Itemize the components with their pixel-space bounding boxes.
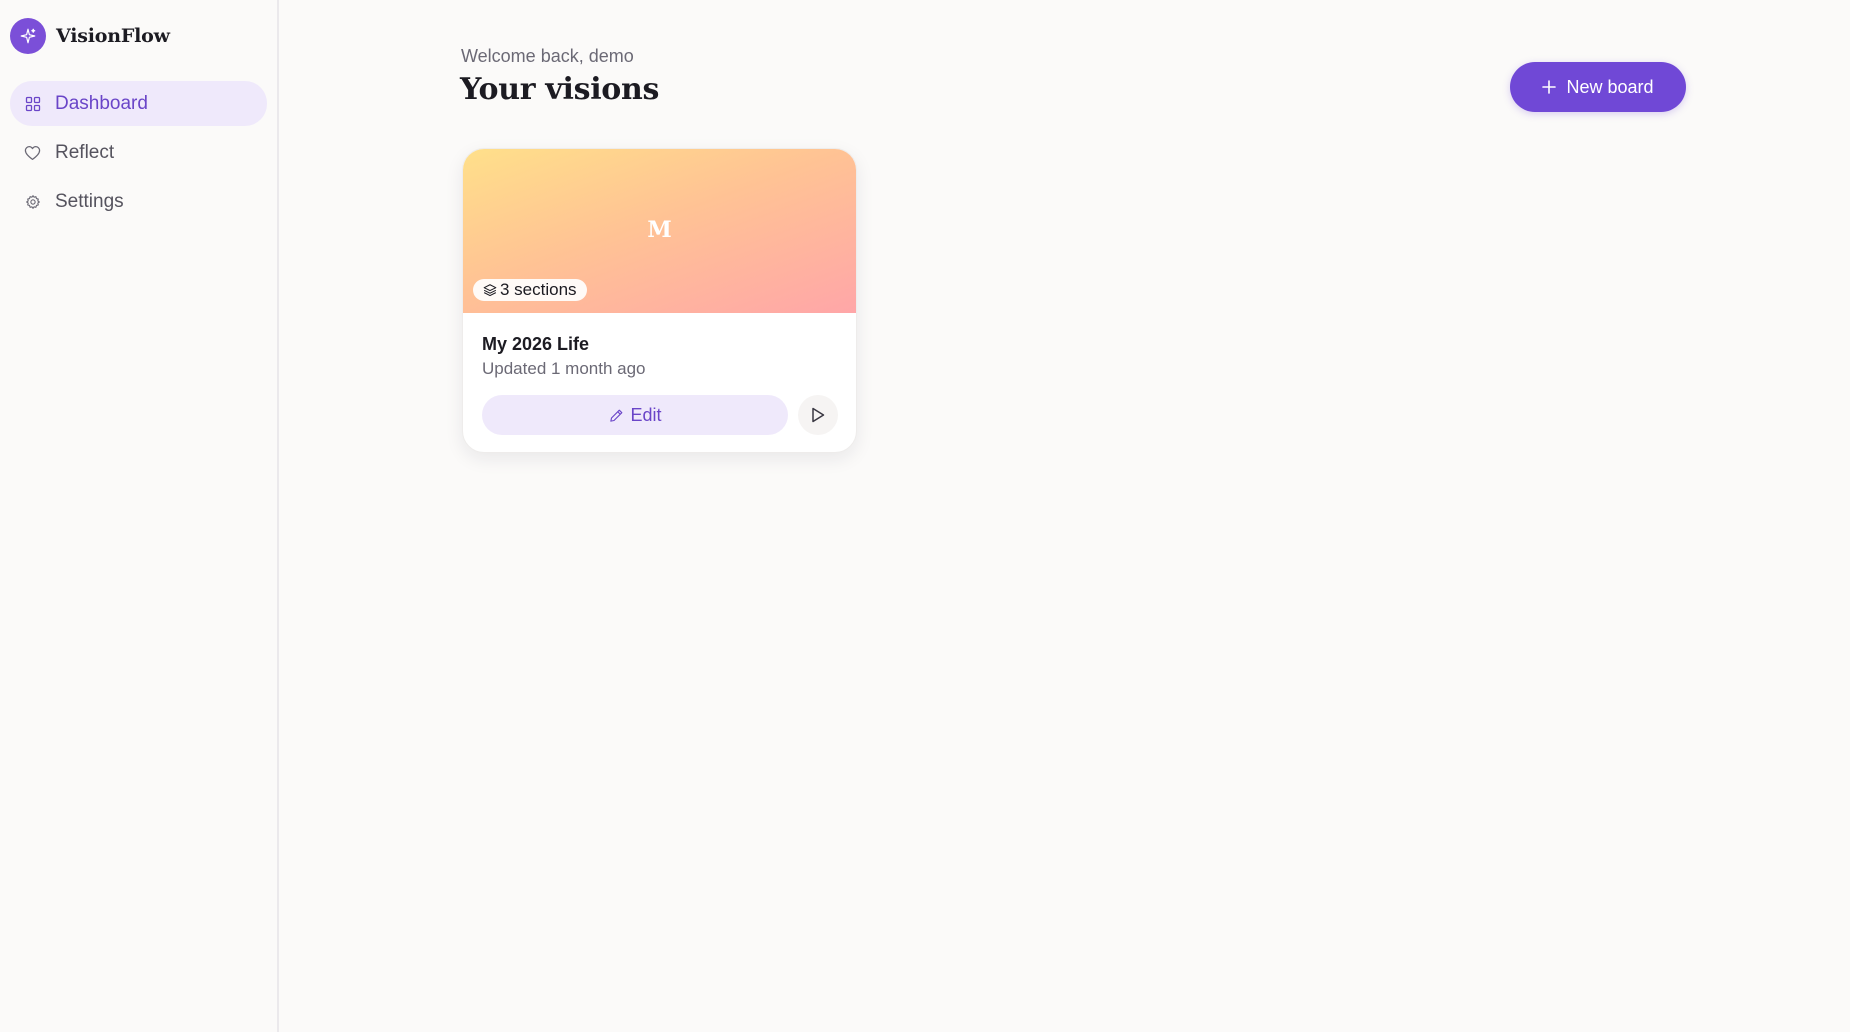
board-cover[interactable]: M 3 sections (463, 149, 856, 313)
sidebar: VisionFlow Dashboard Reflect Settings (0, 0, 279, 1032)
board-initial: M (647, 217, 672, 243)
brand-name: VisionFlow (56, 25, 170, 47)
sidebar-nav: Dashboard Reflect Settings (10, 81, 267, 224)
board-card-body: My 2026 Life Updated 1 month ago Edit (463, 313, 856, 435)
sidebar-item-dashboard[interactable]: Dashboard (10, 81, 267, 126)
new-board-button[interactable]: New board (1510, 62, 1686, 112)
heart-icon (24, 144, 41, 161)
new-board-label: New board (1566, 76, 1654, 97)
board-actions: Edit (482, 395, 838, 435)
sidebar-item-label: Dashboard (55, 92, 148, 114)
grid-icon (24, 95, 41, 112)
sparkle-logo-icon (10, 18, 46, 54)
edit-board-button[interactable]: Edit (482, 395, 789, 435)
board-title: My 2026 Life (482, 334, 590, 354)
sidebar-item-label: Reflect (55, 141, 115, 163)
main-content: Welcome back, demo Your visions New boar… (279, 0, 1850, 1032)
welcome-text: Welcome back, demo (461, 46, 634, 66)
sidebar-item-label: Settings (55, 190, 124, 212)
sections-count: 3 sections (500, 280, 577, 299)
board-updated: Updated 1 month ago (482, 359, 646, 378)
gear-icon (24, 193, 41, 210)
app-root: VisionFlow Dashboard Reflect Settings We… (0, 0, 1850, 1032)
page-title: Your visions (460, 72, 660, 107)
sidebar-item-reflect[interactable]: Reflect (10, 130, 267, 175)
pencil-icon (609, 408, 624, 423)
board-card[interactable]: M 3 sections My 2026 Life Updated 1 mont… (462, 148, 857, 453)
sections-badge: 3 sections (473, 279, 587, 301)
plus-icon (1542, 80, 1557, 94)
play-icon (811, 407, 825, 423)
edit-label: Edit (630, 404, 662, 425)
brand[interactable]: VisionFlow (10, 0, 267, 72)
play-board-button[interactable] (798, 395, 838, 435)
sidebar-item-settings[interactable]: Settings (10, 179, 267, 224)
layers-icon (483, 283, 497, 297)
